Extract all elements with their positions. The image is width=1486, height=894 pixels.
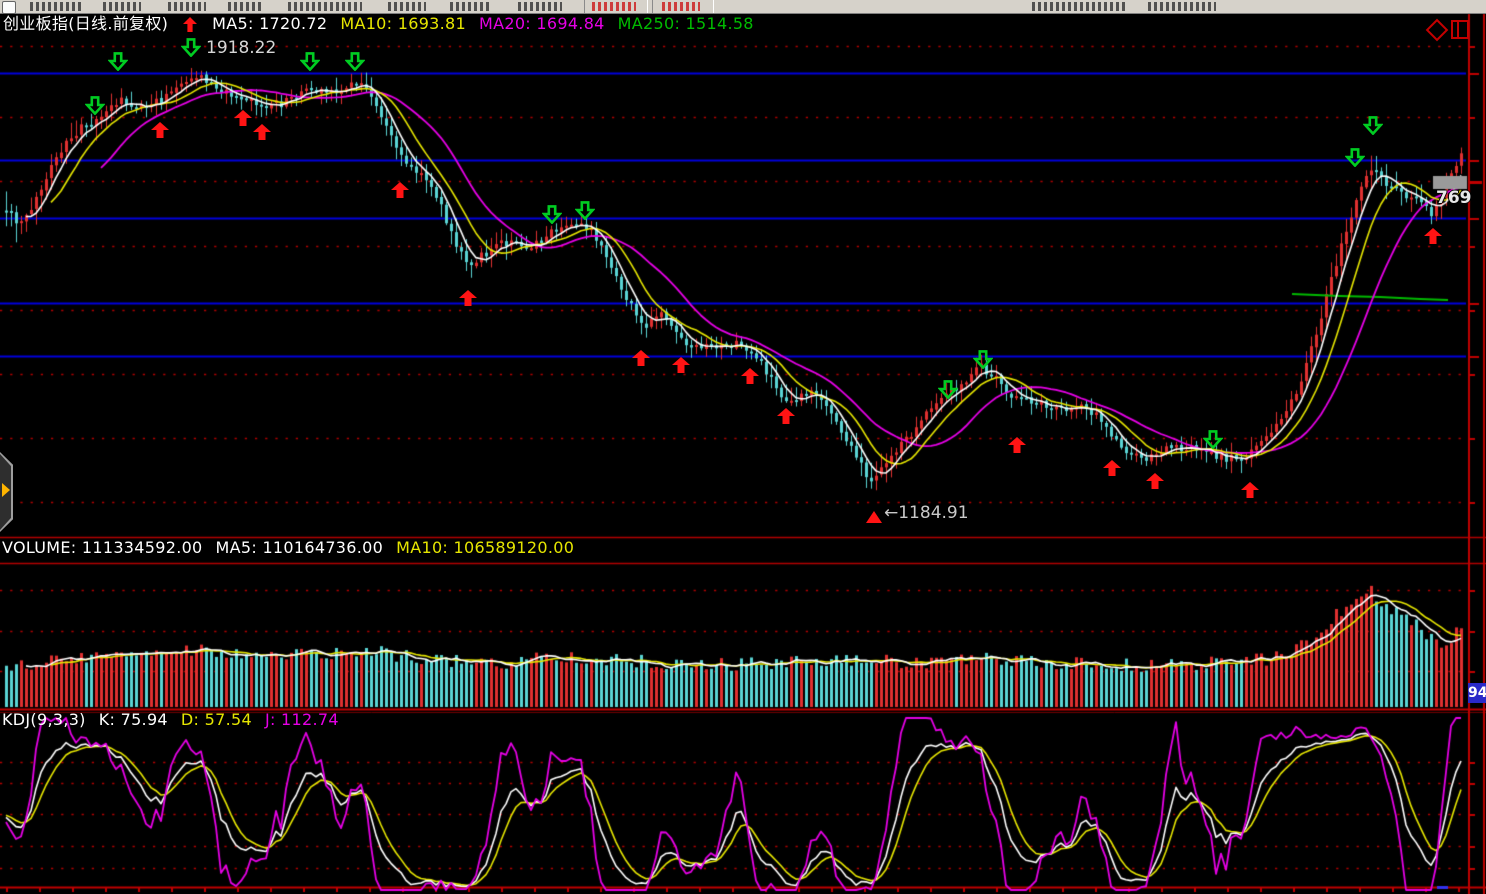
kdj-indicator-name: KDJ(9,3,3) bbox=[2, 710, 86, 729]
kdj-j-readout: J: 112.74 bbox=[264, 710, 339, 729]
main-chart-header: 创业板指(日线.前复权) MA5: 1720.72 MA10: 1693.81 MA… bbox=[3, 16, 754, 32]
ma-label: MA250: 1514.58 bbox=[617, 14, 754, 33]
sidebar-flyout-tab[interactable] bbox=[0, 452, 13, 532]
volume-ma10-readout: MA10: 106589120.00 bbox=[396, 538, 575, 557]
sell-signal-arrow-icon bbox=[1344, 148, 1366, 171]
sell-signal-arrow-icon bbox=[344, 52, 366, 75]
trend-up-arrow-icon bbox=[183, 16, 198, 32]
buy-signal-arrow-icon bbox=[1241, 482, 1259, 502]
ma-label: MA10: 1693.81 bbox=[340, 14, 466, 33]
expand-arrow-icon bbox=[2, 483, 10, 497]
last-price-tag: 769 bbox=[1436, 188, 1472, 208]
volume-ma5-readout: MA5: 110164736.00 bbox=[215, 538, 384, 557]
menu-text-fragment[interactable] bbox=[662, 2, 700, 11]
menu-text-fragment[interactable] bbox=[1032, 2, 1128, 11]
symbol-title: 创业板指(日线.前复权) bbox=[3, 14, 169, 33]
sell-signal-arrow-icon bbox=[84, 96, 106, 119]
kdj-k-readout: K: 75.94 bbox=[98, 710, 168, 729]
buy-signal-arrow-icon bbox=[253, 124, 271, 144]
sell-signal-arrow-icon bbox=[972, 350, 994, 373]
ma-label: MA20: 1694.84 bbox=[479, 14, 605, 33]
sell-signal-arrow-icon bbox=[541, 205, 563, 228]
menu-text-fragment[interactable] bbox=[518, 2, 562, 11]
buy-signal-arrow-icon bbox=[1146, 473, 1164, 493]
buy-signal-arrow-icon bbox=[632, 350, 650, 370]
menu-text-fragment[interactable] bbox=[450, 2, 492, 11]
menu-bar[interactable] bbox=[0, 0, 1486, 14]
buy-signal-arrow-icon bbox=[1103, 460, 1121, 480]
buy-signal-arrow-icon bbox=[151, 122, 169, 142]
sell-signal-arrow-icon bbox=[1202, 430, 1224, 453]
ma-readout-list: MA5: 1720.72 MA10: 1693.81 MA20: 1694.84 MA… bbox=[212, 16, 754, 32]
sell-signal-arrow-icon bbox=[1362, 116, 1384, 139]
menu-text-fragment[interactable] bbox=[592, 2, 636, 11]
buy-signal-arrow-icon bbox=[1008, 437, 1026, 457]
peak-price-annotation: 1918.22 bbox=[206, 38, 277, 58]
buy-signal-arrow-icon bbox=[672, 357, 690, 377]
sell-signal-arrow-icon bbox=[180, 38, 202, 61]
sell-signal-arrow-icon bbox=[574, 201, 596, 224]
chart-canvas bbox=[0, 0, 1486, 894]
split-pane-icon[interactable] bbox=[1451, 20, 1469, 39]
trough-price-annotation: ←1184.91 bbox=[884, 503, 969, 523]
buy-signal-arrow-icon bbox=[777, 408, 795, 428]
buy-signal-arrow-icon bbox=[459, 290, 477, 310]
ma-label: MA5: 1720.72 bbox=[212, 14, 328, 33]
sell-signal-arrow-icon bbox=[299, 52, 321, 75]
kdj-panel-header: KDJ(9,3,3) K: 75.94 D: 57.54 J: 112.74 bbox=[2, 712, 339, 728]
menu-text-fragment[interactable] bbox=[30, 2, 82, 11]
menu-text-fragment[interactable] bbox=[388, 2, 426, 11]
volume-panel-header: VOLUME: 111334592.00 MA5: 110164736.00 M… bbox=[2, 540, 574, 556]
kdj-d-readout: D: 57.54 bbox=[180, 710, 252, 729]
menu-text-fragment[interactable] bbox=[168, 2, 206, 11]
menu-text-fragment[interactable] bbox=[288, 2, 362, 11]
buy-signal-arrow-icon bbox=[741, 368, 759, 388]
sell-signal-arrow-icon bbox=[937, 380, 959, 403]
buy-signal-arrow-icon bbox=[391, 182, 409, 202]
menu-text-fragment[interactable] bbox=[103, 2, 141, 11]
sell-signal-arrow-icon bbox=[107, 52, 129, 75]
window-icon[interactable] bbox=[2, 1, 16, 14]
buy-signal-arrow-icon bbox=[234, 110, 252, 130]
buy-signal-arrow-icon bbox=[1424, 228, 1442, 248]
menu-text-fragment[interactable] bbox=[228, 2, 262, 11]
volume-axis-label: 94 bbox=[1468, 683, 1486, 703]
menu-text-fragment[interactable] bbox=[1148, 2, 1216, 11]
trough-marker-icon bbox=[866, 511, 882, 523]
trading-terminal-window: 创业板指(日线.前复权) MA5: 1720.72 MA10: 1693.81 MA… bbox=[0, 0, 1486, 894]
volume-readout: VOLUME: 111334592.00 bbox=[2, 538, 203, 557]
